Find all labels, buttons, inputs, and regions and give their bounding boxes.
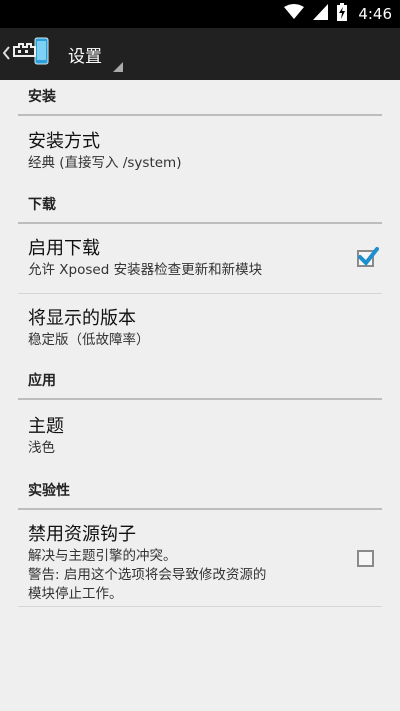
settings-list: 安装 安装方式 经典 (直接写入 /system) 下载 启用下载 允许 Xpo…	[0, 80, 400, 607]
pref-summary: 稳定版（低故障率）	[28, 332, 150, 348]
pref-summary: 允许 Xposed 安装器检查更新和新模块	[28, 262, 263, 278]
up-navigation-button[interactable]	[0, 28, 56, 80]
category-install: 安装	[18, 80, 382, 116]
pref-title: 安装方式	[28, 131, 100, 152]
pref-disable-resources[interactable]: 禁用资源钩子 解决与主题引擎的冲突。 警告: 启用这个选项将会导致修改资源的 模…	[18, 510, 382, 607]
page-title: 设置	[68, 46, 102, 67]
back-caret-icon	[2, 45, 10, 63]
pref-title: 将显示的版本	[28, 308, 136, 329]
category-label: 实验性	[28, 483, 70, 499]
wifi-icon	[284, 4, 305, 24]
status-bar: 4:46	[0, 0, 400, 28]
pref-versions-shown[interactable]: 将显示的版本 稳定版（低故障率）	[18, 294, 382, 370]
checkmark-icon	[358, 247, 379, 267]
status-time: 4:46	[358, 5, 392, 23]
category-label: 下载	[28, 197, 56, 213]
pref-install-method[interactable]: 安装方式 经典 (直接写入 /system)	[18, 116, 382, 188]
pref-summary: 解决与主题引擎的冲突。 警告: 启用这个选项将会导致修改资源的 模块停止工作。	[28, 548, 267, 602]
pref-enable-downloads[interactable]: 启用下载 允许 Xposed 安装器检查更新和新模块	[18, 224, 382, 294]
pref-title: 禁用资源钩子	[28, 524, 136, 545]
pref-title: 主题	[28, 416, 64, 437]
disable-resources-checkbox[interactable]	[357, 550, 374, 567]
category-download: 下载	[18, 188, 382, 224]
category-experimental: 实验性	[18, 472, 382, 510]
category-apps: 应用	[18, 370, 382, 400]
spinner-corner-icon	[113, 62, 123, 72]
status-icons: 4:46	[284, 0, 392, 28]
pref-theme[interactable]: 主题 浅色	[18, 400, 382, 472]
battery-charging-icon	[337, 3, 348, 25]
action-bar: 设置	[0, 28, 400, 80]
category-label: 应用	[28, 373, 56, 389]
xposed-app-logo	[11, 37, 49, 71]
title-spinner[interactable]: 设置	[68, 28, 102, 80]
pref-summary: 经典 (直接写入 /system)	[28, 155, 182, 171]
enable-downloads-checkbox[interactable]	[357, 247, 379, 267]
cellular-signal-icon	[313, 4, 329, 24]
pref-title: 启用下载	[28, 238, 100, 259]
pref-summary: 浅色	[28, 440, 55, 456]
category-label: 安装	[28, 89, 56, 105]
